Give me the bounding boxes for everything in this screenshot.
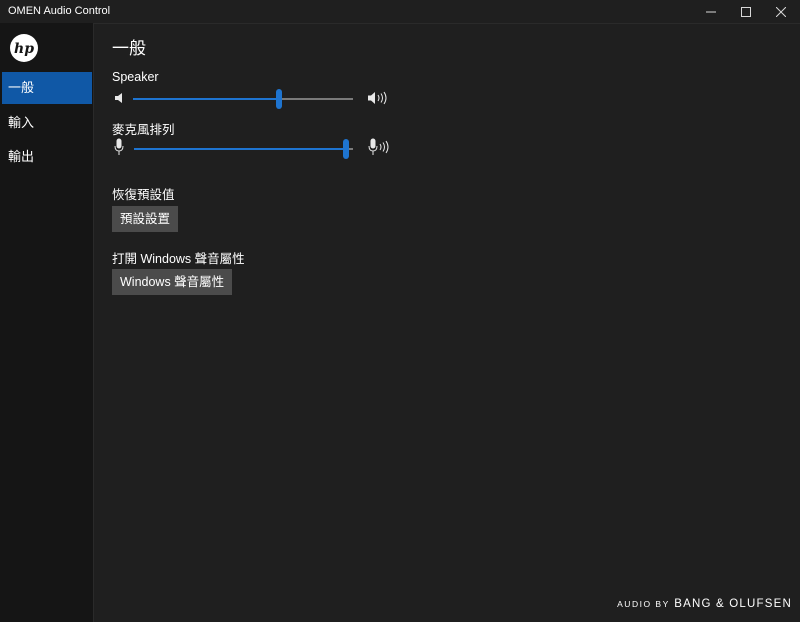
speaker-slider-thumb[interactable] (276, 89, 282, 109)
windows-sound-properties-button[interactable]: Windows 聲音屬性 (112, 269, 233, 295)
speaker-slider-track (279, 98, 353, 100)
mic-array-level-slider[interactable] (134, 139, 353, 159)
mic-slider-thumb[interactable] (343, 139, 349, 159)
brand-name: BANG & OLUFSEN (674, 598, 792, 610)
maximize-button[interactable] (729, 0, 763, 23)
sidebar-item-label: 輸出 (8, 149, 35, 164)
page-title: 一般 (112, 39, 146, 58)
sidebar: hp 一般 輸入 輸出 (0, 23, 94, 622)
mic-slider-fill (134, 148, 346, 150)
speaker-label: Speaker (112, 70, 159, 84)
reset-defaults-button[interactable]: 預設設置 (112, 206, 179, 232)
minimize-button[interactable] (694, 0, 728, 23)
svg-text:hp: hp (14, 41, 34, 57)
brand-audio-by: AUDIO BY (617, 599, 670, 609)
window-title: OMEN Audio Control (8, 5, 111, 17)
reset-heading: 恢復預設值 (112, 188, 175, 202)
sidebar-item-input[interactable]: 輸入 (2, 107, 92, 139)
brand-footer: AUDIO BY BANG & OLUFSEN (617, 594, 792, 612)
sidebar-item-output[interactable]: 輸出 (2, 141, 92, 173)
mic-array-label: 麥克風排列 (112, 123, 175, 137)
close-icon (776, 6, 786, 17)
sidebar-item-label: 一般 (8, 80, 35, 95)
speaker-volume-slider[interactable] (133, 89, 353, 109)
microphone-max-icon[interactable] (368, 138, 392, 156)
close-button[interactable] (764, 0, 798, 23)
maximize-icon (741, 6, 751, 17)
windows-sound-heading: 打開 Windows 聲音屬性 (112, 252, 245, 266)
title-bar: OMEN Audio Control (0, 0, 800, 24)
minimize-icon (706, 11, 716, 12)
speaker-mute-icon[interactable] (114, 92, 126, 104)
sidebar-item-general[interactable]: 一般 (2, 72, 92, 104)
microphone-mute-icon[interactable] (114, 138, 124, 156)
hp-logo-icon: hp (10, 34, 38, 62)
sidebar-item-label: 輸入 (8, 115, 35, 130)
speaker-max-icon[interactable] (367, 91, 389, 105)
speaker-slider-fill (133, 98, 279, 100)
